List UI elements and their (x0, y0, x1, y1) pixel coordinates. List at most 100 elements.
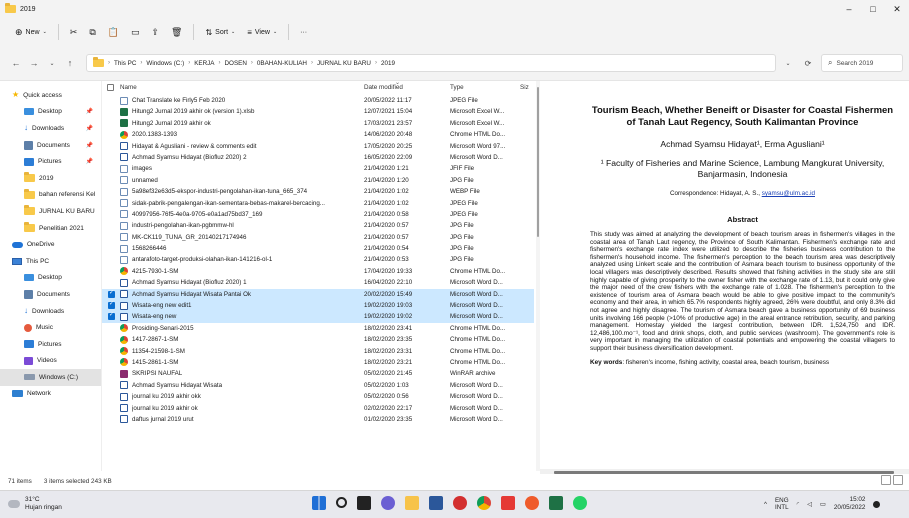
file-row[interactable]: SKRIPSI NAUFAL 05/02/2020 21:45 WinRAR arc… (102, 368, 534, 379)
row-checkbox[interactable] (108, 393, 115, 400)
battery-icon[interactable]: ▭ (820, 501, 826, 508)
row-checkbox[interactable] (108, 222, 115, 229)
breadcrumb-kerja[interactable]: KERJA (194, 60, 214, 67)
sort-button[interactable]: ⇅ Sort ⌄ (200, 22, 240, 42)
nav-item-pictures[interactable]: Pictures 📌 (0, 153, 101, 170)
wifi-icon[interactable]: ◜ (797, 501, 799, 508)
file-row[interactable]: Achmad Syamsu Hidayat (Biofluz 2020) 2 16… (102, 152, 534, 163)
row-checkbox[interactable] (108, 311, 115, 321)
file-row[interactable]: Hitung2 Jurnal 2019 akhir ok 17/03/2021 2… (102, 118, 534, 129)
file-row[interactable]: 2020.1383-1393 14/06/2020 20:48 Chrome HTM… (102, 129, 534, 140)
nav-item-quick-access[interactable]: ★ Quick access (0, 87, 101, 104)
row-checkbox[interactable] (108, 177, 115, 184)
file-row[interactable]: 4215-7930-1-SM 17/04/2020 19:33 Chrome HTM… (102, 266, 534, 277)
file-row[interactable]: antarafoto-target-produksi-olahan-ikan-1… (102, 254, 534, 265)
file-row[interactable]: Achmad Syamsu Hidayat Wisata Pantai Ok 20… (102, 288, 534, 301)
acrobat-icon[interactable] (501, 496, 515, 510)
column-header-date[interactable]: Date modified (364, 84, 403, 91)
cut-button[interactable]: ✂ (65, 22, 83, 42)
file-row[interactable]: Achmad Syamsu Hidayat Wisata 05/02/2020 1… (102, 380, 534, 391)
minimize-button[interactable]: – (837, 0, 861, 18)
chevron-up-icon[interactable]: ^ (764, 501, 767, 508)
column-header-name[interactable]: Name (120, 84, 137, 91)
file-row[interactable]: images 21/04/2020 1:21 JFIF File (102, 163, 534, 174)
nav-item-this-pc[interactable]: This PC (0, 253, 101, 270)
file-row[interactable]: Hidayat & Agusliani - review & comments … (102, 141, 534, 152)
file-row[interactable]: daftus jurnal 2019 urut 01/02/2020 23:35 M… (102, 414, 534, 425)
row-checkbox[interactable] (108, 359, 115, 366)
row-checkbox[interactable] (108, 405, 115, 412)
file-row[interactable]: industri-pengolahan-ikan-pgbmmw-hl 21/04/… (102, 220, 534, 231)
row-checkbox[interactable] (108, 325, 115, 332)
row-checkbox[interactable] (108, 234, 115, 241)
task-view-icon[interactable] (357, 496, 371, 510)
row-checkbox[interactable] (108, 416, 115, 423)
file-row[interactable]: 1415-2861-1-SM 18/02/2020 23:21 Chrome HTM… (102, 357, 534, 368)
row-checkbox[interactable] (108, 108, 115, 115)
row-checkbox[interactable] (108, 289, 115, 298)
new-button[interactable]: ⊕ New ⌄ (10, 22, 52, 42)
file-row[interactable]: Wisata-eng new 19/02/2020 19:02 Microsoft … (102, 311, 534, 323)
volume-icon[interactable]: ◁ (807, 501, 812, 508)
details-view-button[interactable] (881, 475, 891, 485)
maximize-button[interactable]: □ (861, 0, 885, 18)
clock[interactable]: 15:02 20/05/2022 (834, 496, 866, 512)
row-checkbox[interactable] (108, 188, 115, 195)
app-red-icon[interactable] (453, 496, 467, 510)
back-button[interactable]: ← (8, 54, 24, 72)
chat-icon[interactable] (381, 496, 395, 510)
nav-item-desktop[interactable]: Desktop 📌 (0, 104, 101, 121)
row-checkbox[interactable] (108, 154, 115, 161)
forward-button[interactable]: → (26, 54, 42, 72)
column-header-type[interactable]: Type (450, 84, 464, 91)
row-checkbox[interactable] (108, 279, 115, 286)
notification-icon[interactable] (873, 500, 881, 508)
file-row[interactable]: Prosiding-Senari-2015 18/02/2020 23:41 Chr… (102, 323, 534, 334)
recent-locations-button[interactable]: ⌄ (44, 54, 60, 72)
row-checkbox[interactable] (108, 245, 115, 252)
nav-item-penelitian-2021[interactable]: Penelitian 2021 (0, 220, 101, 237)
file-row[interactable]: Chat Translate ke Firly5 Feb 2020 20/05/2… (102, 95, 534, 106)
up-button[interactable]: ↑ (62, 54, 78, 72)
weather-widget[interactable]: 31°C Hujan ringan (8, 496, 62, 512)
rename-button[interactable]: ▭ (126, 22, 145, 42)
breadcrumb-windows-c[interactable]: Windows (C:) (146, 60, 184, 67)
row-checkbox[interactable] (108, 97, 115, 104)
input-language[interactable]: ENG INTL (775, 497, 789, 511)
row-checkbox[interactable] (108, 165, 115, 172)
file-row[interactable]: 1417-2867-1-SM 18/02/2020 23:35 Chrome HTM… (102, 334, 534, 345)
nav-item-downloads[interactable]: ↓ Downloads (0, 303, 101, 320)
row-checkbox[interactable] (108, 336, 115, 343)
copy-button[interactable]: ⧉ (84, 22, 100, 42)
row-checkbox[interactable] (108, 300, 115, 310)
breadcrumb-2019[interactable]: 2019 (381, 60, 395, 67)
file-row[interactable]: 40997956-76f5-4e0a-9705-e0a1ad75bd37_169… (102, 209, 534, 220)
more-options-button[interactable]: ··· (295, 22, 312, 42)
correspondence-email[interactable]: syamsu@ulm.ac.id (762, 190, 815, 197)
nav-item-documents[interactable]: Documents 📌 (0, 137, 101, 154)
nav-item-onedrive[interactable]: OneDrive (0, 236, 101, 253)
nav-item-documents[interactable]: Documents (0, 286, 101, 303)
nav-item-network[interactable]: Network (0, 386, 101, 403)
file-row[interactable]: 5a98ef32e63d5-ekspor-industri-pengolahan… (102, 186, 534, 197)
row-checkbox[interactable] (108, 268, 115, 275)
start-icon[interactable] (312, 496, 326, 510)
row-checkbox[interactable] (108, 348, 115, 355)
nav-item-pictures[interactable]: Pictures (0, 336, 101, 353)
row-checkbox[interactable] (108, 382, 115, 389)
file-row[interactable]: journal ku 2019 akhir ok 02/02/2020 22:17… (102, 403, 534, 414)
address-bar[interactable]: › This PC › Windows (C:) › KERJA › DOSEN… (86, 54, 776, 72)
row-checkbox[interactable] (108, 120, 115, 127)
file-row[interactable]: MK-CK119_TUNA_GR_20140217174946 21/04/202… (102, 232, 534, 243)
file-row[interactable]: sidak-pabrik-pengalengan-ikan-sementara-… (102, 198, 534, 209)
scrollbar-thumb[interactable] (537, 87, 539, 237)
row-checkbox[interactable] (108, 256, 115, 263)
file-row[interactable]: unnamed 21/04/2020 1:20 JPG File (102, 175, 534, 186)
whatsapp-icon[interactable] (573, 496, 587, 510)
excel-icon[interactable] (549, 496, 563, 510)
paste-button[interactable]: 📋 (103, 22, 124, 42)
breadcrumb-this-pc[interactable]: This PC (114, 60, 136, 67)
row-checkbox[interactable] (108, 131, 115, 138)
file-row[interactable]: Hitung2 Jurnal 2019 akhir ok (version 1)… (102, 106, 534, 117)
select-all-checkbox[interactable] (107, 84, 114, 91)
